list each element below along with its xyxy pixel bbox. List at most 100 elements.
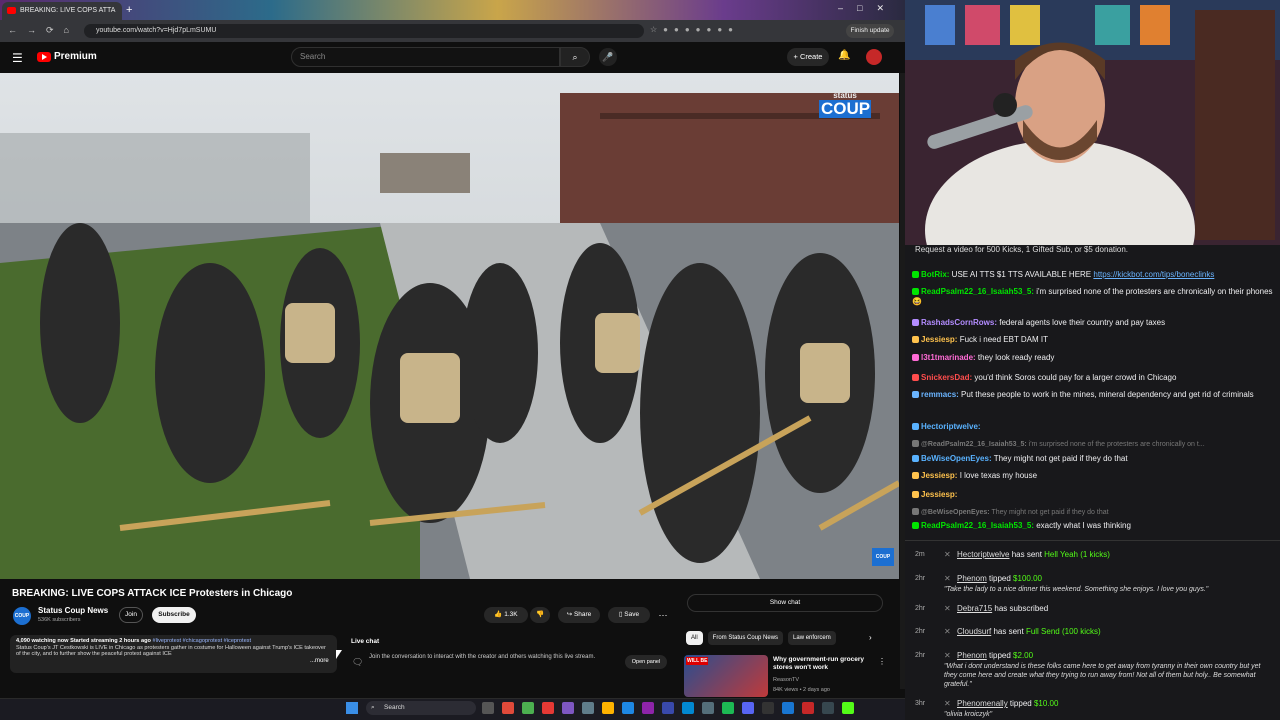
task-view-icon[interactable]: [482, 702, 494, 714]
app-icon[interactable]: [542, 702, 554, 714]
chat-username[interactable]: BotRix:: [921, 270, 949, 279]
chip-from-channel[interactable]: From Status Coup News: [707, 631, 784, 645]
chat-username[interactable]: Hectoriptwelve:: [921, 422, 981, 431]
chat-link[interactable]: https://kickbot.com/tips/boneclinks: [1093, 270, 1214, 279]
chat-username[interactable]: Jessiesp:: [921, 471, 957, 480]
open-panel-button[interactable]: Open panel: [625, 655, 667, 669]
chat-username[interactable]: @ReadPsalm22_16_Isaiah53_5:: [921, 441, 1027, 448]
app-icon[interactable]: [582, 702, 594, 714]
chat-message: Jessiesp: Fuck i need EBT DAM IT: [912, 335, 1274, 345]
app-icon[interactable]: [622, 702, 634, 714]
recommended-channel[interactable]: ReasonTV: [773, 677, 799, 683]
url-field[interactable]: youtube.com/watch?v=Hjd7pLmSUMU: [84, 24, 644, 38]
user-badge-icon: [912, 354, 919, 361]
description-tags[interactable]: #liveprotest #chicagoprotest #iceprotest: [152, 638, 251, 644]
dismiss-icon[interactable]: ✕: [944, 574, 951, 584]
subscribe-button[interactable]: Subscribe: [152, 607, 196, 623]
dislike-button[interactable]: 👎: [530, 607, 550, 623]
create-button[interactable]: + Create: [787, 48, 829, 66]
chat-username[interactable]: l3t1tmarinade:: [921, 353, 976, 362]
chat-username[interactable]: SnickersDad:: [921, 373, 972, 382]
chat-username[interactable]: RashadsCornRows:: [921, 318, 997, 327]
search-input[interactable]: Search: [291, 47, 560, 67]
thumbnail-badge: WILL BE: [686, 657, 709, 665]
join-button[interactable]: Join: [119, 607, 143, 623]
channel-name[interactable]: Status Coup News: [38, 606, 108, 615]
browser-tab[interactable]: BREAKING: LIVE COPS ATTA: [2, 2, 122, 20]
chat-text: they look ready ready: [975, 353, 1055, 362]
more-actions-icon[interactable]: ⋯: [655, 607, 671, 623]
avatar[interactable]: [866, 49, 882, 65]
event-action: tipped: [1007, 699, 1034, 708]
chat-username[interactable]: Jessiesp:: [921, 490, 957, 499]
dismiss-icon[interactable]: ✕: [944, 550, 951, 560]
chat-username[interactable]: @BeWiseOpenEyes:: [921, 509, 990, 516]
recommended-thumbnail[interactable]: WILL BE: [684, 655, 768, 697]
like-button[interactable]: 👍 1.3K: [484, 607, 528, 623]
app-icon[interactable]: [562, 702, 574, 714]
chat-username[interactable]: ReadPsalm22_16_Isaiah53_5:: [921, 287, 1034, 296]
description-more-link[interactable]: ...more: [310, 658, 329, 664]
app-icon[interactable]: [782, 702, 794, 714]
event-user[interactable]: Cloudsurf: [957, 627, 991, 636]
event-user[interactable]: Debra715: [957, 604, 992, 613]
show-chat-button[interactable]: Show chat: [687, 594, 883, 612]
share-label: Share: [573, 611, 592, 618]
taskbar-search[interactable]: ⌕ Search: [366, 701, 476, 715]
channel-avatar[interactable]: COUP: [13, 607, 31, 625]
discord-icon[interactable]: [742, 702, 754, 714]
chip-all[interactable]: All: [686, 631, 703, 645]
recommended-title[interactable]: Why government-run grocery stores won't …: [773, 656, 873, 672]
windows-start-icon[interactable]: [346, 702, 358, 714]
chat-text: USE AI TTS $1 TTS AVAILABLE HERE: [949, 270, 1094, 279]
app-icon[interactable]: [822, 702, 834, 714]
search-icon[interactable]: ⌕: [560, 47, 590, 67]
chat-username[interactable]: BeWiseOpenEyes:: [921, 454, 992, 463]
kick-icon[interactable]: [842, 702, 854, 714]
app-icon[interactable]: [642, 702, 654, 714]
chat-text: Put these people to work in the mines, m…: [958, 390, 1254, 399]
extension-icons[interactable]: ☆●●●●●●●: [650, 25, 739, 34]
finish-update-button[interactable]: Finish update: [846, 24, 894, 38]
thumbs-up-icon: 👍: [494, 611, 503, 618]
dismiss-icon[interactable]: ✕: [944, 604, 951, 614]
dismiss-icon[interactable]: ✕: [944, 699, 951, 709]
event-user[interactable]: Phenom: [957, 574, 987, 583]
app-icon[interactable]: [762, 702, 774, 714]
app-icon[interactable]: [662, 702, 674, 714]
youtube-logo[interactable]: Premium: [37, 51, 97, 62]
recommended-meta: 84K views • 2 days ago: [773, 687, 830, 693]
status-coup-watermark: status COUP: [819, 91, 871, 129]
nav-buttons[interactable]: ←→⟳⌂: [8, 25, 79, 36]
video-player[interactable]: [0, 73, 899, 579]
save-button[interactable]: ▯ Save: [608, 607, 650, 623]
app-icon[interactable]: [502, 702, 514, 714]
microphone-icon[interactable]: 🎤: [599, 48, 617, 66]
chevron-right-icon[interactable]: ›: [869, 633, 872, 642]
new-tab-icon[interactable]: +: [126, 4, 138, 16]
chat-text: federal agents love their country and pa…: [997, 318, 1166, 327]
notification-bell-icon[interactable]: 🔔: [838, 50, 850, 61]
hamburger-menu-icon[interactable]: ☰: [12, 51, 23, 65]
chrome-icon[interactable]: [522, 702, 534, 714]
thumbs-down-icon: 👎: [535, 611, 545, 618]
dismiss-icon[interactable]: ✕: [944, 651, 951, 661]
app-icon[interactable]: [802, 702, 814, 714]
chat-username[interactable]: Jessiesp:: [921, 335, 957, 344]
event-action: has subscribed: [992, 604, 1049, 613]
description-box[interactable]: 4,090 watching now Started streaming 2 h…: [10, 635, 337, 673]
dismiss-icon[interactable]: ✕: [944, 627, 951, 637]
chat-username[interactable]: remmacs:: [921, 390, 959, 399]
recommended-menu-icon[interactable]: ⋮: [878, 657, 886, 666]
spotify-icon[interactable]: [722, 702, 734, 714]
chip-law-enforcement[interactable]: Law enforcem: [788, 631, 836, 645]
window-controls[interactable]: –□✕: [838, 3, 898, 14]
event-user[interactable]: Phenomenally: [957, 699, 1008, 708]
chat-username[interactable]: ReadPsalm22_16_Isaiah53_5:: [921, 521, 1034, 530]
app-icon[interactable]: [702, 702, 714, 714]
folder-icon[interactable]: [602, 702, 614, 714]
app-icon[interactable]: [682, 702, 694, 714]
event-user[interactable]: Phenom: [957, 651, 987, 660]
share-button[interactable]: ↪ Share: [558, 607, 600, 623]
event-user[interactable]: Hectoriptwelve: [957, 550, 1009, 559]
